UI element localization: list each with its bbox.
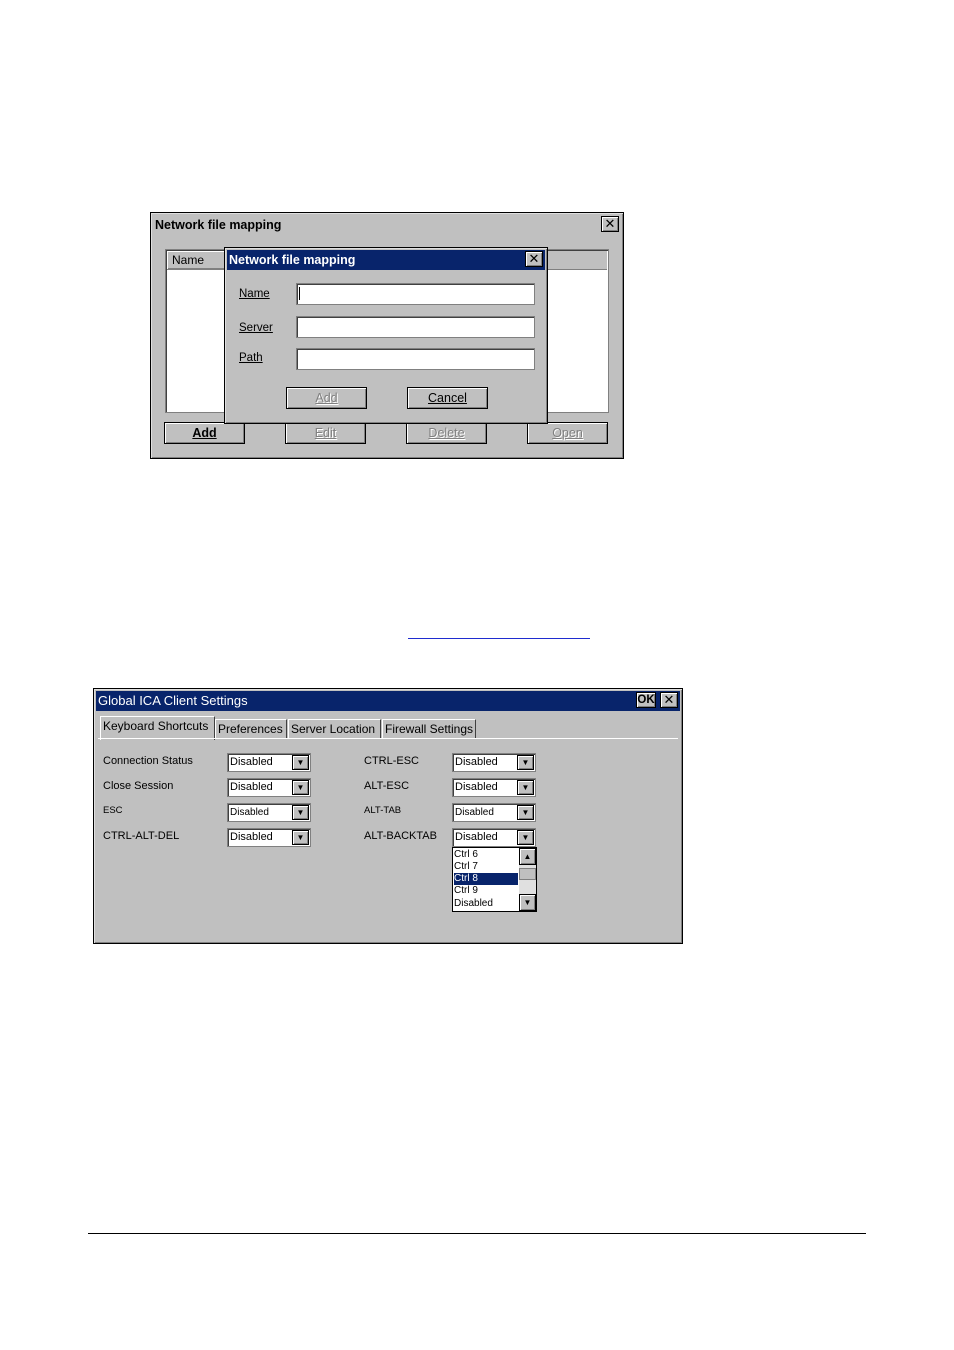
arrow-up-icon[interactable]: ▲ bbox=[519, 848, 536, 865]
connection-status-label: Connection Status bbox=[103, 755, 193, 767]
column-header-name[interactable]: Name bbox=[167, 251, 225, 269]
path-label: Path bbox=[239, 352, 263, 364]
alt-backtab-select[interactable]: Disabled ▼ bbox=[452, 828, 536, 847]
ctrl-alt-del-label: CTRL-ALT-DEL bbox=[103, 830, 180, 842]
tab-preferences[interactable]: Preferences bbox=[215, 719, 287, 739]
cancel-button[interactable]: Cancel bbox=[407, 387, 488, 409]
window-title: Network file mapping bbox=[155, 218, 282, 232]
name-field[interactable] bbox=[296, 283, 535, 305]
tab-strip: Keyboard Shortcuts Preferences Server Lo… bbox=[98, 716, 678, 740]
dropdown-option[interactable]: Disabled bbox=[454, 898, 518, 910]
edit-button[interactable]: Edit bbox=[285, 422, 366, 444]
global-ica-settings-window: Global ICA Client Settings OK ✕ Keyboard… bbox=[93, 688, 683, 944]
alt-tab-label: ALT-TAB bbox=[364, 805, 402, 816]
server-field[interactable] bbox=[296, 316, 535, 338]
scroll-thumb[interactable] bbox=[519, 868, 536, 880]
window-titlebar: Network file mapping bbox=[153, 215, 621, 235]
delete-button[interactable]: Delete bbox=[406, 422, 487, 444]
dialog-add-button[interactable]: Add bbox=[286, 387, 367, 409]
chevron-down-icon[interactable]: ▼ bbox=[517, 755, 534, 770]
add-mapping-dialog: Network file mapping ✕ Name Server Path … bbox=[224, 247, 548, 424]
alt-esc-select[interactable]: Disabled ▼ bbox=[452, 778, 536, 797]
dialog-title: Network file mapping bbox=[229, 253, 356, 267]
settings-titlebar: Global ICA Client Settings bbox=[96, 691, 680, 711]
dropdown-option[interactable]: Ctrl 6 bbox=[454, 849, 518, 861]
open-button[interactable]: Open bbox=[527, 422, 608, 444]
dropdown-option[interactable]: Ctrl 9 bbox=[454, 885, 518, 897]
text-cursor bbox=[299, 287, 300, 300]
alt-backtab-dropdown-list[interactable]: Ctrl 6 Ctrl 7 Ctrl 8 Ctrl 9 Disabled ▲ ▼ bbox=[452, 847, 537, 912]
settings-close-button[interactable]: ✕ bbox=[660, 692, 678, 708]
close-icon: ✕ bbox=[528, 251, 540, 266]
dialog-close-button[interactable]: ✕ bbox=[525, 251, 543, 267]
chevron-down-icon[interactable]: ▼ bbox=[517, 830, 534, 845]
close-session-select[interactable]: Disabled ▼ bbox=[227, 778, 311, 797]
ctrl-alt-del-select[interactable]: Disabled ▼ bbox=[227, 828, 311, 847]
chevron-down-icon[interactable]: ▼ bbox=[292, 755, 309, 770]
link-underline bbox=[408, 638, 590, 639]
settings-title: Global ICA Client Settings bbox=[98, 693, 248, 708]
name-label: Name bbox=[239, 288, 270, 300]
ok-button[interactable]: OK bbox=[636, 692, 656, 708]
alt-esc-label: ALT-ESC bbox=[364, 780, 410, 792]
dialog-titlebar: Network file mapping bbox=[227, 250, 545, 270]
chevron-down-icon[interactable]: ▼ bbox=[517, 780, 534, 795]
dropdown-option-selected[interactable]: Ctrl 8 bbox=[454, 873, 518, 885]
tab-keyboard-shortcuts[interactable]: Keyboard Shortcuts bbox=[100, 716, 215, 740]
chevron-down-icon[interactable]: ▼ bbox=[292, 830, 309, 845]
ctrl-esc-select[interactable]: Disabled ▼ bbox=[452, 753, 536, 772]
chevron-down-icon[interactable]: ▼ bbox=[517, 805, 534, 820]
dropdown-option[interactable]: Ctrl 7 bbox=[454, 861, 518, 873]
server-label: Server bbox=[239, 322, 273, 334]
chevron-down-icon[interactable]: ▼ bbox=[292, 805, 309, 820]
tab-firewall-settings[interactable]: Firewall Settings bbox=[382, 719, 476, 739]
alt-backtab-label: ALT-BACKTAB bbox=[364, 830, 437, 842]
tab-panel-border bbox=[98, 738, 678, 739]
arrow-down-icon[interactable]: ▼ bbox=[519, 894, 536, 911]
connection-status-select[interactable]: Disabled ▼ bbox=[227, 753, 311, 772]
dropdown-scrollbar[interactable]: ▲ ▼ bbox=[519, 848, 536, 911]
close-button[interactable]: ✕ bbox=[601, 216, 619, 232]
ctrl-esc-label: CTRL-ESC bbox=[364, 755, 420, 767]
tab-server-location[interactable]: Server Location bbox=[288, 719, 381, 739]
add-button[interactable]: Add bbox=[164, 422, 245, 444]
path-field[interactable] bbox=[296, 348, 535, 370]
footer-rule bbox=[88, 1233, 866, 1234]
chevron-down-icon[interactable]: ▼ bbox=[292, 780, 309, 795]
close-icon: ✕ bbox=[663, 692, 675, 707]
alt-tab-select[interactable]: Disabled ▼ bbox=[452, 803, 536, 822]
close-session-label: Close Session bbox=[103, 780, 174, 792]
esc-select[interactable]: Disabled ▼ bbox=[227, 803, 311, 822]
close-icon: ✕ bbox=[604, 216, 616, 231]
esc-label: ESC bbox=[103, 805, 123, 816]
